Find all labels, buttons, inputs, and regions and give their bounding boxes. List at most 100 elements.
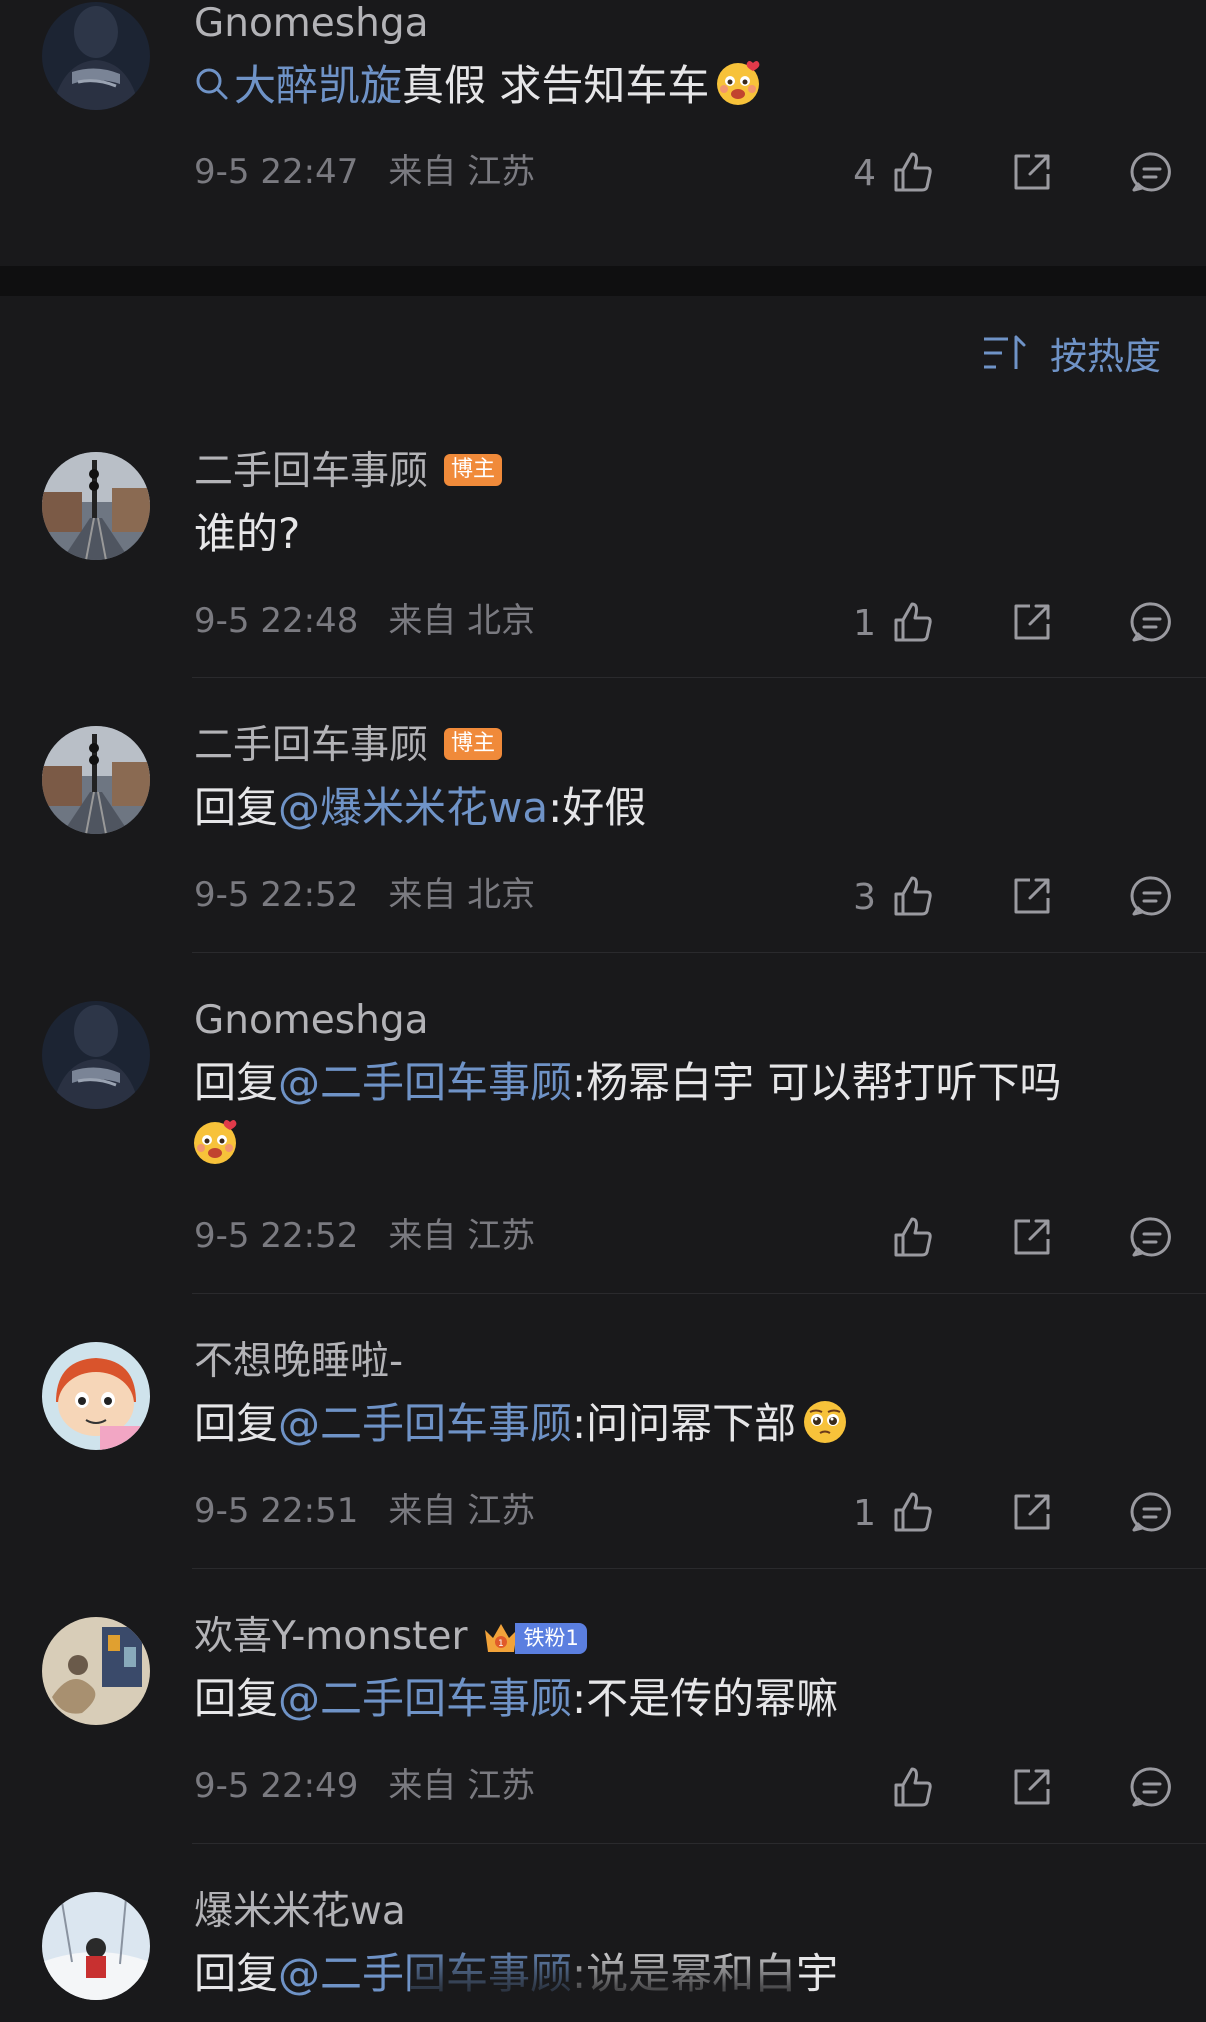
reply-prefix: 回复 [194,1058,279,1107]
author-name[interactable]: 二手回车事顾 [194,449,428,494]
like-count: 3 [853,877,876,918]
top-comment: Gnomeshga 大醉凯旋真假 求告知车车 9-5 22:47 来自 江苏 4 [0,0,1206,266]
share-icon[interactable] [1008,872,1056,920]
reply-prefix: 回复 [194,1399,279,1448]
comment-item: 不想晚睡啦- 回复@二手回车事顾:问问幂下部 9-5 22:51 来自 江苏 1 [0,1294,1206,1569]
mention-link[interactable]: @二手回车事顾 [278,1674,572,1723]
thumbs-up-icon[interactable] [888,148,936,196]
comment-author[interactable]: Gnomeshga [194,1001,428,1040]
comment-meta: 9-5 22:48 来自 北京 [194,604,535,638]
comment-location: 来自 江苏 [388,1491,536,1531]
thumbs-up-icon[interactable] [888,1213,936,1261]
comment-item: 欢喜Y-monster 1 铁粉1 回复@二手回车事顾:不是传的幂嘛 9-5 22:… [0,1569,1206,1844]
reply-body: :好假 [548,783,647,832]
author-name[interactable]: 二手回车事顾 [194,723,428,768]
like-count: 1 [853,1493,876,1534]
comment-reply-icon[interactable] [1128,148,1176,196]
search-term: 大醉凯旋 [234,61,403,110]
comment-text: 回复@二手回车事顾:杨幂白宇 可以帮打听下吗 [194,1051,1062,1114]
comment-text: 谁的? [194,509,301,558]
comment-text: 大醉凯旋真假 求告知车车 [194,54,763,117]
comment-location: 来自 江苏 [388,1216,536,1256]
comment-author: 二手回车事顾 博主 [194,449,503,494]
sort-toggle[interactable]: 按热度 [982,328,1161,378]
comment-location: 来自 江苏 [388,152,536,192]
avatar[interactable] [42,1617,150,1725]
comment-text: 回复@爆米米花wa:好假 [194,776,646,839]
sort-icon [982,333,1028,373]
blush-heart-emoji [190,1117,240,1167]
share-icon[interactable] [1008,148,1056,196]
thumbs-up-icon[interactable] [888,598,936,646]
avatar[interactable] [42,1342,150,1450]
mention-link[interactable]: @二手回车事顾 [278,1949,572,1998]
comment-author[interactable]: Gnomeshga [194,4,428,43]
avatar[interactable] [42,2,150,110]
comment-actions: 3 [786,872,1206,932]
thumbs-up-icon[interactable] [888,1488,936,1536]
comment-text: 回复@二手回车事顾:不是传的幂嘛 [194,1667,838,1730]
comment-author[interactable]: 不想晚睡啦- [194,1342,403,1381]
avatar[interactable] [42,1001,150,1109]
like-count: 4 [853,153,876,194]
comment-reply-icon[interactable] [1128,1763,1176,1811]
reply-prefix: 回复 [194,1949,279,1998]
blogger-badge: 博主 [444,727,503,760]
thumbs-up-icon[interactable] [888,872,936,920]
avatar[interactable] [42,726,150,834]
reply-body: :说是幂和白宇 [572,1949,839,1998]
comment-meta: 9-5 22:51 来自 江苏 [194,1494,535,1528]
share-icon[interactable] [1008,1488,1056,1536]
like-count: 1 [853,603,876,644]
comment-actions: 4 [786,148,1206,208]
blush-heart-emoji [713,58,763,108]
comment-meta: 9-5 22:49 来自 江苏 [194,1769,535,1803]
mention-link[interactable]: @爆米米花wa [278,783,548,832]
comment-item: 二手回车事顾 博主 谁的? 9-5 22:48 来自 北京 1 [0,430,1206,678]
reply-prefix: 回复 [194,783,279,832]
comment-text: 回复@二手回车事顾:说是幂和白宇 [194,1942,838,2005]
sort-label: 按热度 [1050,335,1161,378]
comment-item: 二手回车事顾 博主 回复@爆米米花wa:好假 9-5 22:52 来自 北京 3 [0,678,1206,953]
comment-meta: 9-5 22:47 来自 江苏 [194,155,535,189]
comment-screen: Gnomeshga 大醉凯旋真假 求告知车车 9-5 22:47 来自 江苏 4 … [0,0,1206,2022]
comment-text-body: 真假 求告知车车 [402,61,710,110]
comment-author: 欢喜Y-monster 1 铁粉1 [194,1617,587,1657]
share-icon[interactable] [1008,1213,1056,1261]
comment-author[interactable]: 爆米米花wa [194,1892,406,1931]
avatar[interactable] [42,452,150,560]
comment-time: 9-5 22:52 [194,875,359,915]
mention-link[interactable]: @二手回车事顾 [278,1058,572,1107]
comment-reply-icon[interactable] [1128,872,1176,920]
comment-time: 9-5 22:51 [194,1491,359,1531]
comment-text: 回复@二手回车事顾:问问幂下部 [194,1392,850,1455]
comment-time: 9-5 22:52 [194,1216,359,1256]
reply-body: :不是传的幂嘛 [572,1674,839,1723]
share-icon[interactable] [1008,1763,1056,1811]
blogger-badge: 博主 [444,453,503,486]
search-link[interactable]: 大醉凯旋 [194,61,402,110]
comment-item: 爆米米花wa 回复@二手回车事顾:说是幂和白宇 [0,1844,1206,2022]
comment-location: 来自 江苏 [388,1766,536,1806]
comment-reply-icon[interactable] [1128,1213,1176,1261]
comment-actions [786,1763,1206,1823]
comment-meta: 9-5 22:52 来自 北京 [194,878,535,912]
fan-badge: 1 铁粉1 [481,1617,587,1654]
comment-reply-icon[interactable] [1128,598,1176,646]
avatar[interactable] [42,1892,150,2000]
comment-actions [786,1213,1206,1273]
svg-text:1: 1 [498,1639,504,1649]
comment-time: 9-5 22:47 [194,152,359,192]
comment-location: 来自 北京 [388,875,536,915]
share-icon[interactable] [1008,598,1056,646]
mention-link[interactable]: @二手回车事顾 [278,1399,572,1448]
thumbs-up-icon[interactable] [888,1763,936,1811]
fan-badge-label: 铁粉1 [515,1622,587,1654]
search-icon [194,66,230,102]
comment-reply-icon[interactable] [1128,1488,1176,1536]
reply-prefix: 回复 [194,1674,279,1723]
comment-actions: 1 [786,598,1206,658]
author-name[interactable]: 欢喜Y-monster [194,1614,467,1659]
comment-meta: 9-5 22:52 来自 江苏 [194,1219,535,1253]
comment-author: 二手回车事顾 博主 [194,723,503,768]
